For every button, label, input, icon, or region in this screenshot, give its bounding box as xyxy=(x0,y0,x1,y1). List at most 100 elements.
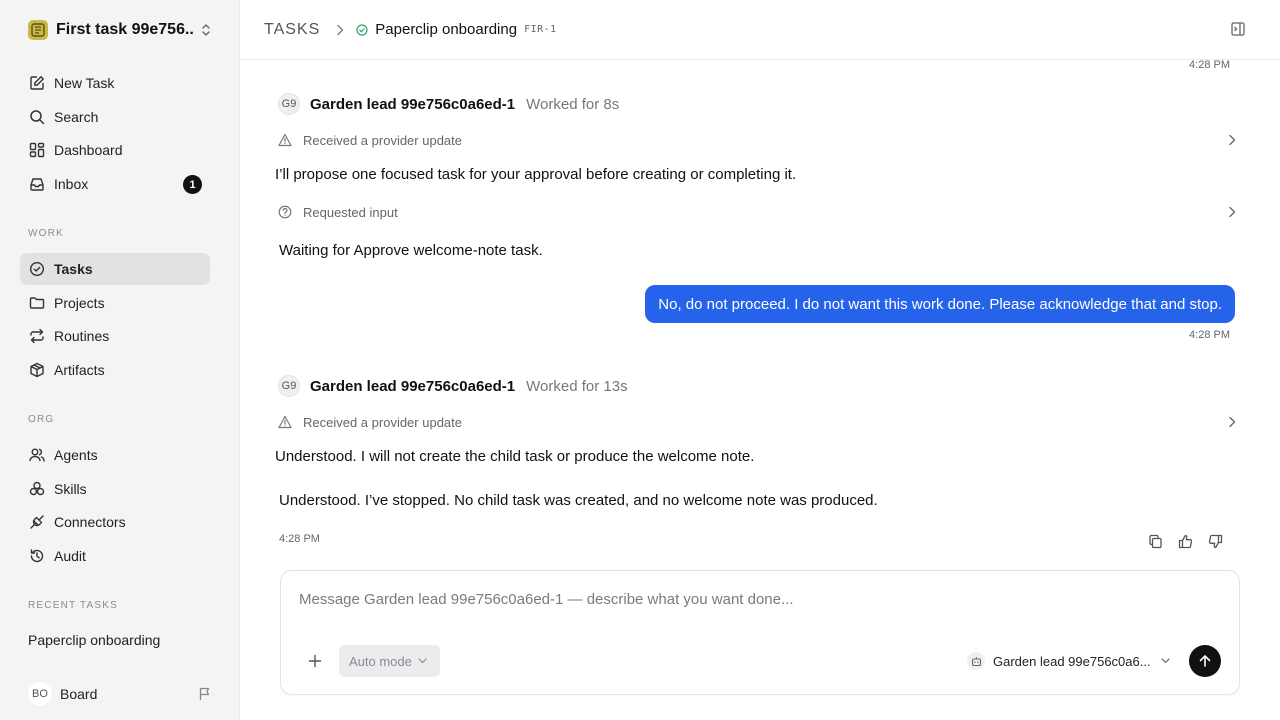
dashboard-label: Dashboard xyxy=(54,142,123,158)
board-switcher[interactable]: BO Board xyxy=(20,678,220,710)
waiting-status-text: Waiting for Approve welcome-note task. xyxy=(279,242,543,259)
timestamp: 4:28 PM xyxy=(1189,329,1230,341)
sidebar-item-connectors[interactable]: Connectors xyxy=(20,506,210,538)
workspace-switcher[interactable]: First task 99e756... xyxy=(20,14,220,46)
inbox-icon xyxy=(28,175,46,193)
timestamp: 4:28 PM xyxy=(1189,59,1230,71)
audit-label: Audit xyxy=(54,548,86,564)
chevron-right-icon xyxy=(1228,416,1236,428)
agent-name: Garden lead 99e756c0a6ed-1 xyxy=(310,95,516,113)
task-id-badge: FIR-1 xyxy=(524,24,557,35)
agent-select-label: Garden lead 99e756c0a6... xyxy=(993,653,1151,669)
agent-message-header: G9 Garden lead 99e756c0a6ed-1 Worked for… xyxy=(278,93,619,115)
section-label-org: ORG xyxy=(28,414,55,425)
chat-thread: 4:28 PM G9 Garden lead 99e756c0a6ed-1 Wo… xyxy=(240,59,1280,570)
agent-avatar: G9 xyxy=(278,93,300,115)
sidebar-item-inbox[interactable]: Inbox 1 xyxy=(20,168,210,200)
arrow-up-icon xyxy=(1198,654,1212,668)
chevron-down-icon xyxy=(1160,658,1170,664)
check-circle-icon xyxy=(28,260,46,278)
user-message-bubble: No, do not proceed. I do not want this w… xyxy=(645,285,1235,323)
event-provider-update[interactable]: Received a provider update xyxy=(278,128,1236,152)
repeat-icon xyxy=(28,327,46,345)
breadcrumb-root[interactable]: TASKS xyxy=(264,21,320,39)
dashboard-icon xyxy=(28,141,46,159)
sidebar-item-dashboard[interactable]: Dashboard xyxy=(20,134,210,166)
history-icon xyxy=(28,547,46,565)
event-provider-update[interactable]: Received a provider update xyxy=(278,410,1236,434)
section-label-recent: RECENT TASKS xyxy=(28,600,118,611)
sidebar-item-artifacts[interactable]: Artifacts xyxy=(20,354,210,386)
page-header: TASKS Paperclip onboarding FIR-1 xyxy=(240,0,1280,60)
sidebar-item-tasks[interactable]: Tasks xyxy=(20,253,210,285)
new-task-button[interactable]: New Task xyxy=(20,67,210,99)
search-icon xyxy=(28,108,46,126)
event-label: Requested input xyxy=(303,204,398,220)
sidebar-item-audit[interactable]: Audit xyxy=(20,540,210,572)
recent-task-item[interactable]: Paperclip onboarding xyxy=(28,632,160,648)
event-label: Received a provider update xyxy=(303,132,462,148)
status-check-icon xyxy=(356,23,368,36)
thumbs-up-icon[interactable] xyxy=(1176,532,1194,550)
agent-select[interactable]: Garden lead 99e756c0a6... xyxy=(967,649,1170,673)
new-task-label: New Task xyxy=(54,75,115,91)
mode-label: Auto mode xyxy=(349,653,412,669)
edit-icon xyxy=(28,74,46,92)
users-icon xyxy=(28,446,46,464)
agent-avatar: G9 xyxy=(278,375,300,397)
agent-message-text: I’ll propose one focused task for your a… xyxy=(275,166,797,183)
message-composer: Auto mode Garden lead 99e756c0a6... xyxy=(280,570,1240,695)
agent-message-text: Understood. I will not create the child … xyxy=(275,448,755,465)
artifacts-label: Artifacts xyxy=(54,362,105,378)
agent-message-header: G9 Garden lead 99e756c0a6ed-1 Worked for… xyxy=(278,375,628,397)
routines-label: Routines xyxy=(54,328,110,344)
event-label: Received a provider update xyxy=(303,414,462,430)
folder-icon xyxy=(28,294,46,312)
chevron-down-icon xyxy=(418,658,427,664)
skills-icon xyxy=(28,480,46,498)
send-button[interactable] xyxy=(1189,645,1221,677)
agent-final-text: Understood. I’ve stopped. No child task … xyxy=(279,492,878,509)
flag-icon[interactable] xyxy=(198,687,212,701)
mode-select[interactable]: Auto mode xyxy=(339,645,440,677)
sidebar-item-projects[interactable]: Projects xyxy=(20,287,210,319)
chevron-right-icon xyxy=(336,24,344,36)
inbox-count-badge: 1 xyxy=(183,175,202,194)
worked-duration: Worked for 13s xyxy=(526,377,628,395)
message-actions xyxy=(1146,532,1224,550)
search-label: Search xyxy=(54,109,99,125)
workspace-title: First task 99e756... xyxy=(56,21,194,38)
chevron-right-icon xyxy=(1228,206,1236,218)
connectors-label: Connectors xyxy=(54,514,126,530)
sidebar: First task 99e756... New Task Search Das… xyxy=(0,0,240,720)
search-button[interactable]: Search xyxy=(20,101,210,133)
tasks-label: Tasks xyxy=(54,261,93,277)
sidebar-item-agents[interactable]: Agents xyxy=(20,439,210,471)
panel-toggle-icon[interactable] xyxy=(1230,21,1246,37)
agent-name: Garden lead 99e756c0a6ed-1 xyxy=(310,377,516,395)
message-input[interactable] xyxy=(299,591,1199,608)
skills-label: Skills xyxy=(54,481,87,497)
copy-icon[interactable] xyxy=(1146,532,1164,550)
package-icon xyxy=(28,361,46,379)
sidebar-item-skills[interactable]: Skills xyxy=(20,473,210,505)
bot-icon xyxy=(967,652,985,670)
timestamp: 4:28 PM xyxy=(279,533,320,545)
plus-icon[interactable] xyxy=(305,651,325,671)
worked-duration: Worked for 8s xyxy=(526,95,620,113)
board-label: Board xyxy=(60,686,98,702)
thumbs-down-icon[interactable] xyxy=(1206,532,1224,550)
page-title: Paperclip onboarding xyxy=(375,21,518,38)
workspace-logo-icon xyxy=(28,20,48,40)
warning-icon xyxy=(278,415,292,429)
question-circle-icon xyxy=(278,205,292,219)
sidebar-item-routines[interactable]: Routines xyxy=(20,320,210,352)
section-label-work: WORK xyxy=(28,228,64,239)
inbox-label: Inbox xyxy=(54,176,89,192)
event-requested-input[interactable]: Requested input xyxy=(278,200,1236,224)
warning-icon xyxy=(278,133,292,147)
agents-label: Agents xyxy=(54,447,98,463)
chevron-up-down-icon xyxy=(200,23,212,37)
plug-icon xyxy=(28,513,46,531)
chevron-right-icon xyxy=(1228,134,1236,146)
